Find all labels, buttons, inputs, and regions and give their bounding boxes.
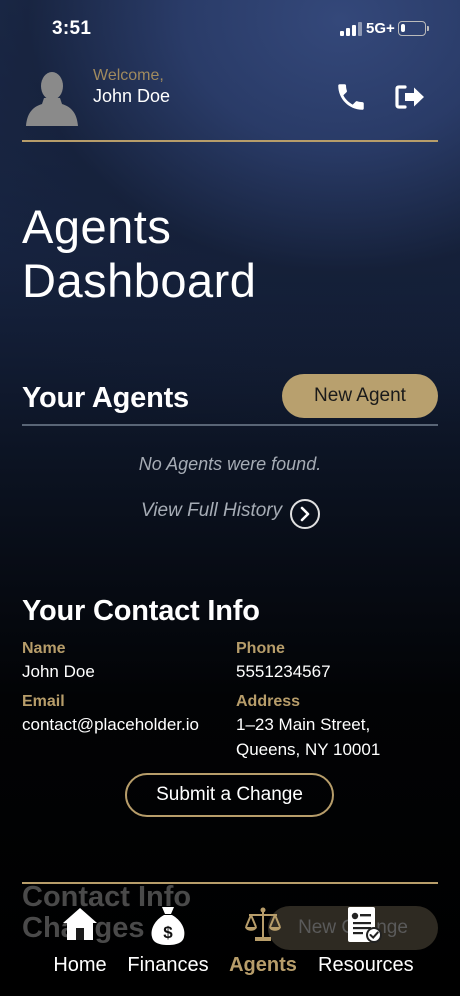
status-bar: 3:51 5G+ — [0, 0, 460, 58]
email-label: Email — [22, 693, 65, 710]
scales-icon — [245, 907, 281, 941]
header-divider — [22, 140, 438, 142]
home-icon — [63, 908, 97, 940]
status-time: 3:51 — [52, 18, 92, 39]
email-value: contact@placeholder.io — [22, 715, 199, 734]
phone-value: 5551234567 — [236, 662, 331, 681]
chevron-right-icon[interactable] — [290, 499, 320, 529]
address-label: Address — [236, 693, 301, 710]
agents-section-title: Your Agents — [22, 382, 189, 414]
tab-resources[interactable]: Resources — [318, 904, 414, 984]
svg-text:$: $ — [163, 923, 173, 942]
name-value: John Doe — [22, 662, 95, 681]
page-title: Agents Dashboard — [22, 200, 257, 307]
signal-icon — [340, 22, 362, 36]
logout-icon[interactable] — [393, 80, 427, 114]
battery-icon — [398, 21, 426, 36]
user-name: John Doe — [93, 86, 171, 106]
tab-agents[interactable]: Agents — [218, 904, 308, 984]
agents-divider — [22, 424, 438, 426]
name-label: Name — [22, 640, 66, 657]
address-value: 1–23 Main Street, Queens, NY 10001 — [236, 715, 381, 759]
tab-label-home: Home — [53, 954, 107, 976]
agents-dashboard-screen: 3:51 5G+ Welcome, John Doe Agents Dashbo… — [0, 0, 460, 996]
avatar[interactable] — [26, 66, 78, 126]
contact-section-title: Your Contact Info — [22, 595, 260, 627]
tab-label-finances: Finances — [127, 954, 209, 976]
document-icon — [348, 907, 382, 943]
tab-label-resources: Resources — [318, 954, 414, 976]
phone-icon[interactable] — [334, 80, 368, 114]
phone-label: Phone — [236, 640, 285, 657]
network-label: 5G+ — [366, 20, 395, 37]
new-agent-button[interactable]: New Agent — [282, 374, 438, 418]
welcome-label: Welcome, — [93, 67, 164, 84]
submit-change-button[interactable]: Submit a Change — [125, 773, 334, 817]
tab-home[interactable]: Home — [35, 904, 125, 984]
battery-tip — [427, 26, 429, 31]
no-agents-message: No Agents were found. — [138, 454, 322, 474]
tab-label-agents: Agents — [229, 954, 297, 976]
money-bag-icon: $ — [151, 907, 185, 945]
tab-finances[interactable]: $ Finances — [123, 904, 213, 984]
view-history-link[interactable]: View Full History — [141, 500, 282, 522]
